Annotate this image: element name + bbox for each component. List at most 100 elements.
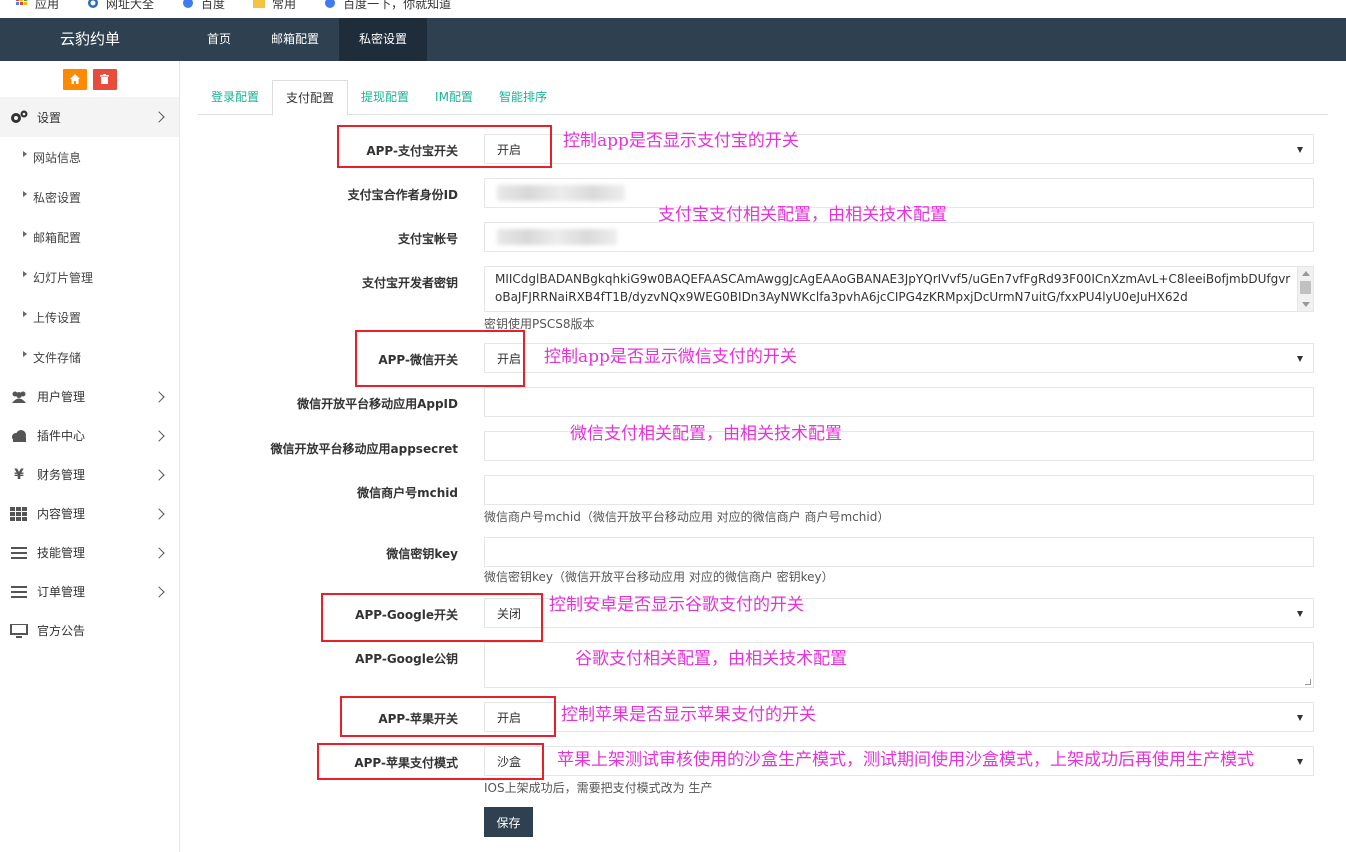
caret-right-icon: [23, 271, 27, 277]
caret-right-icon: [23, 151, 27, 157]
apps-grid-icon: [16, 0, 27, 5]
sidebar-subitem-site-info[interactable]: 网站信息: [0, 137, 179, 177]
wechat-appid-input[interactable]: [484, 387, 1314, 417]
annotation-box-wechat-switch: [355, 330, 525, 387]
paw-icon: [183, 0, 194, 8]
sidebar-item-finance[interactable]: ¥ 财务管理: [0, 455, 179, 494]
wechat-key-help: 微信密钥key（微信开放平台移动应用 对应的微信商户 密钥key）: [484, 570, 834, 584]
home-button[interactable]: [62, 68, 87, 90]
bookmark-hao123[interactable]: 网址大全: [87, 0, 154, 11]
sidebar-item-orders[interactable]: 订单管理: [0, 572, 179, 611]
sidebar-item-plugins[interactable]: 插件中心: [0, 416, 179, 455]
annotation-box-alipay-switch: [337, 125, 552, 168]
annotation-box-google-switch: [321, 593, 543, 642]
bookmark-folder[interactable]: 常用: [253, 0, 296, 11]
top-nav: 首页 邮箱配置 私密设置: [187, 18, 428, 61]
sidebar-subitem-storage[interactable]: 文件存储: [0, 337, 179, 377]
tab-smart-sort[interactable]: 智能排序: [486, 80, 560, 115]
payment-config-form: APP-支付宝开关 开启 支付宝合作者身份ID 支付宝帐号 支付宝开发者密钥 M…: [198, 115, 1328, 852]
caret-right-icon: [23, 231, 27, 237]
sidebar-subitem-label: 文件存储: [33, 350, 82, 365]
tab-login-config[interactable]: 登录配置: [198, 80, 272, 115]
trash-icon: [100, 74, 109, 84]
bookmark-label: 网址大全: [106, 0, 155, 11]
sidebar-item-label: 财务管理: [37, 468, 86, 482]
chevron-right-icon: [153, 468, 165, 481]
users-icon: [10, 390, 28, 404]
chevron-right-icon: [153, 390, 165, 403]
clear-cache-button[interactable]: [92, 68, 117, 90]
sidebar-subitem-label: 网站信息: [33, 150, 82, 165]
sidebar-item-content[interactable]: 内容管理: [0, 494, 179, 533]
tab-withdraw-config[interactable]: 提现配置: [348, 80, 422, 115]
sidebar: 设置 网站信息 私密设置 邮箱配置 幻灯片管理 上传设置 文件存储 用户管理 插…: [0, 61, 180, 852]
sidebar-item-label: 订单管理: [37, 585, 86, 599]
sidebar-subitem-label: 上传设置: [33, 310, 82, 325]
bookmark-label: 百度: [201, 0, 226, 11]
sidebar-subitem-label: 私密设置: [33, 190, 82, 205]
alipay-dev-key-value: MIICdglBADANBgkqhkiG9w0BAQEFAASCAmAwggJc…: [495, 272, 1291, 304]
bookmarks-bar: 应用 网址大全 百度 常用 百度一下，你就知道: [0, 0, 1346, 18]
monitor-icon: [10, 623, 28, 638]
sidebar-item-label: 技能管理: [37, 546, 86, 560]
annotation-alipay-config: 支付宝支付相关配置，由相关技术配置: [658, 205, 947, 225]
bookmark-label: 百度一下，你就知道: [343, 0, 452, 11]
sidebar-item-announcements[interactable]: 官方公告: [0, 611, 179, 650]
sidebar-subitem-upload[interactable]: 上传设置: [0, 297, 179, 337]
bookmark-baidu-search[interactable]: 百度一下，你就知道: [324, 0, 451, 11]
alipay-account-input[interactable]: [484, 222, 1314, 252]
yen-icon: ¥: [14, 466, 24, 483]
annotation-apple-mode: 苹果上架测试审核使用的沙盒生产模式，测试期间使用沙盒模式，上架成功后再使用生产模…: [557, 750, 1254, 770]
brand-title: 云豹约单: [59, 30, 120, 48]
gears-icon: [10, 110, 28, 124]
bookmark-apps[interactable]: 应用: [16, 0, 59, 11]
textarea-scrollbar[interactable]: [1297, 267, 1313, 311]
bookmark-baidu[interactable]: 百度: [182, 0, 225, 11]
sidebar-item-skills[interactable]: 技能管理: [0, 533, 179, 572]
chevron-right-icon: [153, 546, 165, 559]
apple-mode-help: IOS上架成功后，需要把支付模式改为 生产: [484, 781, 713, 795]
caret-right-icon: [23, 351, 27, 357]
sidebar-item-users[interactable]: 用户管理: [0, 377, 179, 416]
tab-im-config[interactable]: IM配置: [422, 80, 486, 115]
chevron-right-icon: [153, 429, 165, 442]
chevron-right-icon: [153, 585, 165, 598]
sidebar-item-label: 设置: [37, 110, 62, 125]
wechat-appsecret-label: 微信开放平台移动应用appsecret: [270, 442, 458, 456]
sidebar-item-label: 用户管理: [37, 390, 86, 404]
alipay-account-label: 支付宝帐号: [397, 232, 458, 246]
config-tabs: 登录配置 支付配置 提现配置 IM配置 智能排序: [198, 80, 1328, 116]
sidebar-subitem-private-settings[interactable]: 私密设置: [0, 177, 179, 217]
alipay-partner-id-label: 支付宝合作者身份ID: [347, 188, 458, 202]
bookmark-label: 常用: [272, 0, 297, 11]
sidebar-item-settings[interactable]: 设置: [0, 97, 179, 137]
sidebar-subitem-label: 邮箱配置: [33, 230, 82, 245]
annotation-google-config: 谷歌支付相关配置，由相关技术配置: [575, 649, 847, 669]
annotation-google-switch: 控制安卓是否显示谷歌支付的开关: [549, 595, 804, 615]
top-navbar: 云豹约单 首页 邮箱配置 私密设置: [0, 18, 1346, 61]
alipay-dev-key-textarea[interactable]: MIICdglBADANBgkqhkiG9w0BAQEFAASCAmAwggJc…: [484, 266, 1314, 312]
annotation-box-apple-switch: [340, 696, 556, 737]
tab-payment-config[interactable]: 支付配置: [272, 80, 349, 116]
sidebar-subitem-slides[interactable]: 幻灯片管理: [0, 257, 179, 297]
wechat-key-input[interactable]: [484, 537, 1314, 567]
cloud-icon: [10, 429, 28, 443]
paw-icon: [325, 0, 336, 8]
home-icon: [69, 74, 80, 84]
bookmark-label: 应用: [35, 0, 60, 11]
nav-home[interactable]: 首页: [187, 18, 251, 61]
wechat-mchid-input[interactable]: [484, 475, 1314, 505]
nav-email-config[interactable]: 邮箱配置: [251, 18, 339, 61]
wechat-appid-label: 微信开放平台移动应用AppID: [297, 397, 458, 411]
annotation-apple-switch: 控制苹果是否显示苹果支付的开关: [561, 705, 816, 725]
sidebar-subitem-email-config[interactable]: 邮箱配置: [0, 217, 179, 257]
save-button[interactable]: 保存: [484, 807, 533, 837]
annotation-alipay-switch: 控制app是否显示支付宝的开关: [563, 131, 799, 151]
google-pubkey-label: APP-Google公钥: [355, 652, 458, 666]
caret-right-icon: [23, 311, 27, 317]
sidebar-actions: [0, 61, 179, 97]
nav-private-settings[interactable]: 私密设置: [339, 18, 428, 61]
folder-icon: [253, 0, 266, 8]
alipay-dev-key-label: 支付宝开发者密钥: [361, 276, 458, 290]
resize-handle-icon[interactable]: [1305, 679, 1311, 685]
